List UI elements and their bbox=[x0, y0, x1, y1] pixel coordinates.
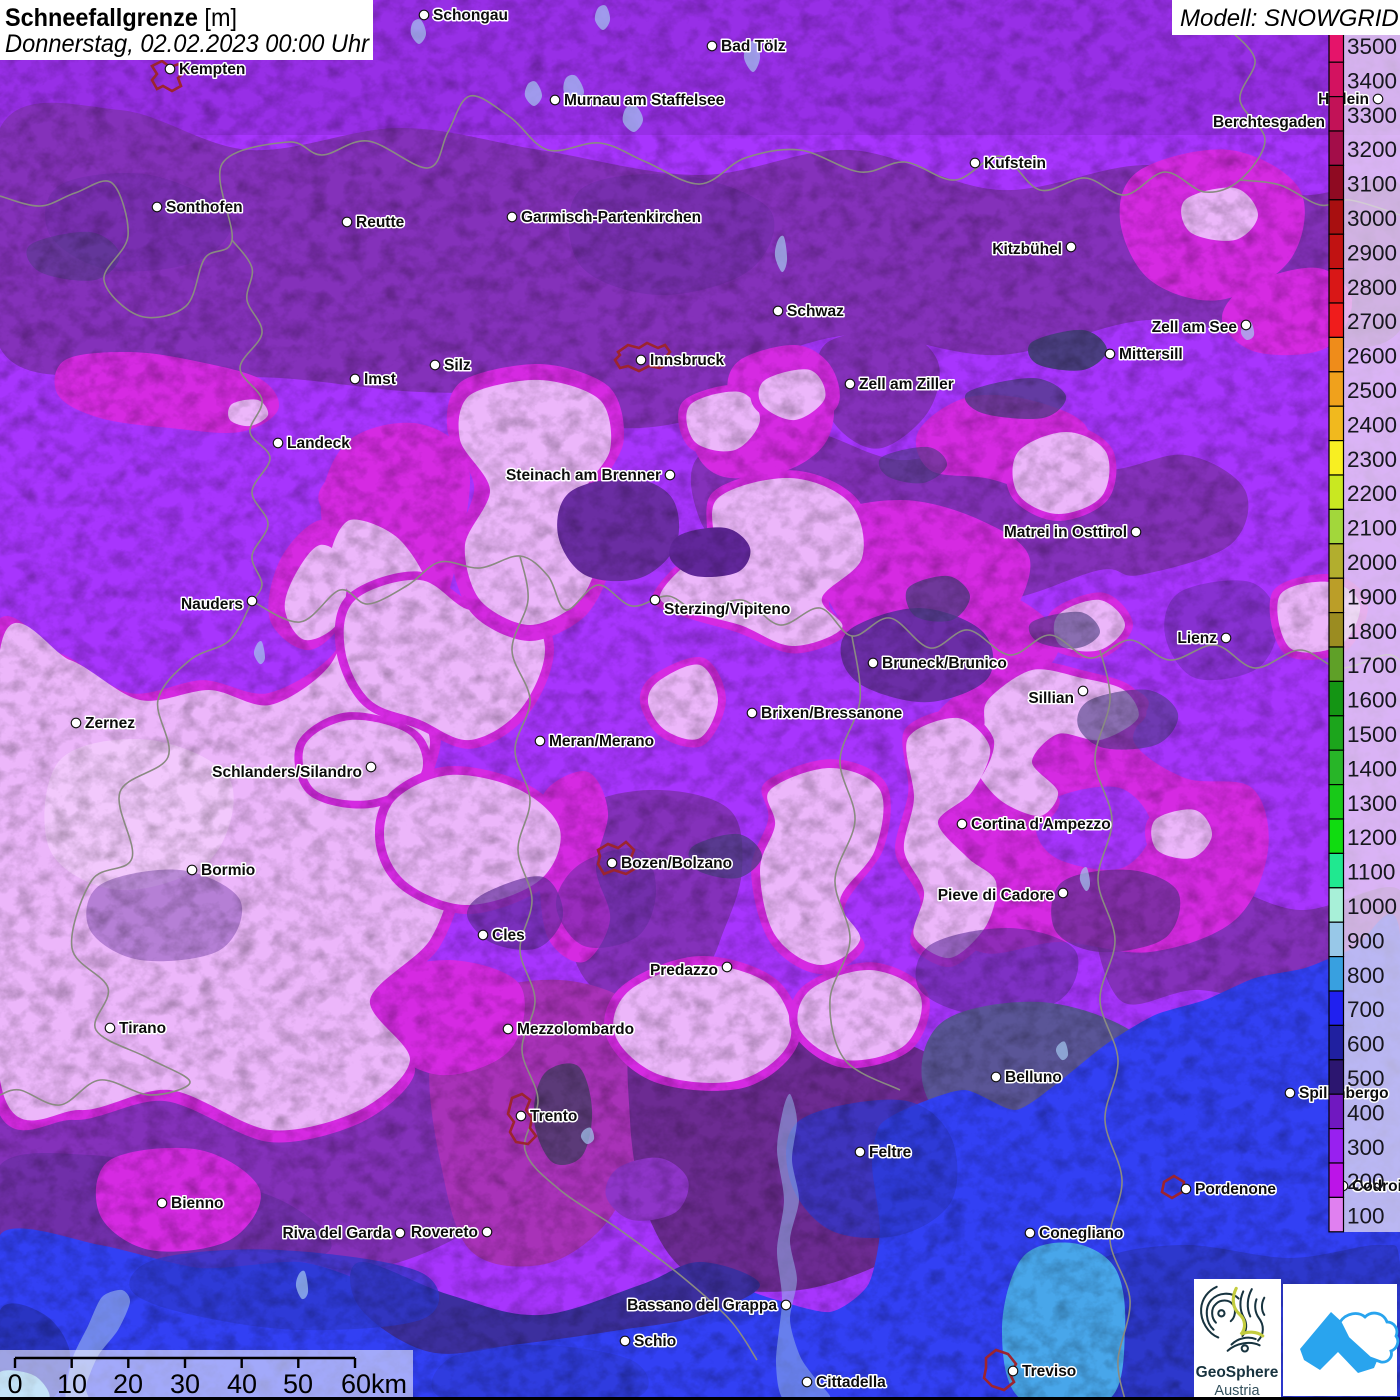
svg-text:3500: 3500 bbox=[1347, 34, 1397, 59]
svg-text:Zell am See: Zell am See bbox=[1152, 319, 1238, 336]
svg-text:Tirano: Tirano bbox=[119, 1020, 166, 1037]
svg-text:30: 30 bbox=[170, 1369, 200, 1399]
svg-text:600: 600 bbox=[1347, 1032, 1385, 1057]
svg-text:400: 400 bbox=[1347, 1100, 1385, 1125]
svg-text:Lienz: Lienz bbox=[1177, 630, 1217, 647]
svg-text:800: 800 bbox=[1347, 963, 1385, 988]
svg-text:Schongau: Schongau bbox=[433, 7, 508, 24]
svg-text:2500: 2500 bbox=[1347, 378, 1397, 403]
svg-text:1000: 1000 bbox=[1347, 894, 1397, 919]
svg-text:50: 50 bbox=[283, 1369, 313, 1399]
svg-text:3100: 3100 bbox=[1347, 172, 1397, 197]
svg-text:Feltre: Feltre bbox=[869, 1144, 912, 1161]
svg-text:40: 40 bbox=[227, 1369, 257, 1399]
svg-text:Sonthofen: Sonthofen bbox=[166, 199, 243, 216]
svg-text:2700: 2700 bbox=[1347, 309, 1397, 334]
svg-text:3400: 3400 bbox=[1347, 68, 1397, 93]
svg-text:Treviso: Treviso bbox=[1022, 1363, 1076, 1380]
svg-text:300: 300 bbox=[1347, 1135, 1385, 1160]
svg-text:Innsbruck: Innsbruck bbox=[650, 352, 724, 369]
svg-text:Bruneck/Brunico: Bruneck/Brunico bbox=[882, 655, 1007, 672]
svg-text:1500: 1500 bbox=[1347, 722, 1397, 747]
svg-text:Donnerstag, 02.02.2023 00:00 U: Donnerstag, 02.02.2023 00:00 Uhr bbox=[5, 30, 371, 58]
svg-text:2200: 2200 bbox=[1347, 481, 1397, 506]
svg-text:2400: 2400 bbox=[1347, 412, 1397, 437]
svg-text:Kempten: Kempten bbox=[179, 61, 245, 78]
svg-text:2300: 2300 bbox=[1347, 447, 1397, 472]
svg-text:Bienno: Bienno bbox=[171, 1195, 224, 1212]
svg-text:Belluno: Belluno bbox=[1005, 1069, 1062, 1086]
svg-text:Mittersill: Mittersill bbox=[1119, 346, 1183, 363]
svg-text:2100: 2100 bbox=[1347, 516, 1397, 541]
svg-text:Bormio: Bormio bbox=[201, 862, 255, 879]
svg-text:Bassano del Grappa: Bassano del Grappa bbox=[627, 1297, 777, 1314]
svg-text:Steinach am Brenner: Steinach am Brenner bbox=[506, 467, 661, 484]
svg-text:Predazzo: Predazzo bbox=[650, 962, 718, 979]
svg-text:Brixen/Bressanone: Brixen/Bressanone bbox=[761, 705, 903, 722]
svg-text:20: 20 bbox=[113, 1369, 143, 1399]
svg-text:Schio: Schio bbox=[634, 1333, 676, 1350]
svg-text:Imst: Imst bbox=[364, 371, 396, 388]
svg-text:Landeck: Landeck bbox=[287, 435, 350, 452]
svg-text:2900: 2900 bbox=[1347, 240, 1397, 265]
svg-text:Conegliano: Conegliano bbox=[1039, 1225, 1123, 1242]
svg-text:Meran/Merano: Meran/Merano bbox=[549, 733, 654, 750]
svg-text:1900: 1900 bbox=[1347, 584, 1397, 609]
svg-text:GeoSphere: GeoSphere bbox=[1196, 1364, 1279, 1381]
svg-text:Cittadella: Cittadella bbox=[816, 1374, 886, 1391]
svg-text:Bad Tölz: Bad Tölz bbox=[721, 38, 786, 55]
svg-text:Zernez: Zernez bbox=[85, 715, 135, 732]
svg-text:Rovereto: Rovereto bbox=[411, 1224, 478, 1241]
svg-text:1100: 1100 bbox=[1347, 860, 1395, 885]
svg-text:Sterzing/Vipiteno: Sterzing/Vipiteno bbox=[664, 601, 790, 618]
svg-text:Modell: SNOWGRID: Modell: SNOWGRID bbox=[1180, 5, 1399, 32]
svg-text:Riva del Garda: Riva del Garda bbox=[282, 1225, 391, 1242]
svg-text:Garmisch-Partenkirchen: Garmisch-Partenkirchen bbox=[521, 209, 701, 226]
svg-text:Silz: Silz bbox=[444, 357, 471, 374]
svg-text:3200: 3200 bbox=[1347, 137, 1397, 162]
svg-text:Schwaz: Schwaz bbox=[787, 303, 844, 320]
svg-text:3300: 3300 bbox=[1347, 103, 1397, 128]
svg-text:100: 100 bbox=[1347, 1204, 1385, 1229]
svg-text:Kitzbühel: Kitzbühel bbox=[992, 241, 1062, 258]
svg-text:Berchtesgaden: Berchtesgaden bbox=[1213, 114, 1325, 131]
svg-text:2800: 2800 bbox=[1347, 275, 1397, 300]
svg-text:Austria: Austria bbox=[1214, 1383, 1260, 1399]
svg-text:3000: 3000 bbox=[1347, 206, 1397, 231]
svg-text:Pordenone: Pordenone bbox=[1195, 1181, 1276, 1198]
svg-text:Matrei in Osttirol: Matrei in Osttirol bbox=[1004, 524, 1127, 541]
svg-text:200: 200 bbox=[1347, 1169, 1385, 1194]
svg-text:Cortina d'Ampezzo: Cortina d'Ampezzo bbox=[971, 816, 1111, 833]
svg-text:500: 500 bbox=[1347, 1066, 1385, 1091]
svg-text:Bozen/Bolzano: Bozen/Bolzano bbox=[621, 855, 732, 872]
svg-text:Trento: Trento bbox=[530, 1108, 577, 1125]
svg-text:1700: 1700 bbox=[1347, 653, 1397, 678]
svg-text:Murnau am Staffelsee: Murnau am Staffelsee bbox=[564, 92, 725, 109]
svg-text:Mezzolombardo: Mezzolombardo bbox=[517, 1021, 634, 1038]
svg-text:0: 0 bbox=[7, 1369, 22, 1399]
svg-text:Reutte: Reutte bbox=[356, 214, 405, 231]
svg-text:1400: 1400 bbox=[1347, 756, 1397, 781]
svg-text:900: 900 bbox=[1347, 928, 1385, 953]
svg-text:Cles: Cles bbox=[492, 927, 525, 944]
svg-text:Sillian: Sillian bbox=[1028, 690, 1074, 707]
svg-text:1800: 1800 bbox=[1347, 619, 1397, 644]
svg-text:Schlanders/Silandro: Schlanders/Silandro bbox=[212, 764, 362, 781]
svg-text:700: 700 bbox=[1347, 997, 1385, 1022]
svg-text:1300: 1300 bbox=[1347, 791, 1397, 816]
svg-text:1600: 1600 bbox=[1347, 688, 1397, 713]
svg-text:2600: 2600 bbox=[1347, 344, 1397, 369]
svg-text:2000: 2000 bbox=[1347, 550, 1397, 575]
svg-text:Zell am Ziller: Zell am Ziller bbox=[859, 376, 954, 393]
svg-text:60km: 60km bbox=[341, 1369, 407, 1399]
svg-text:1200: 1200 bbox=[1347, 825, 1397, 850]
svg-text:Pieve di Cadore: Pieve di Cadore bbox=[938, 887, 1055, 904]
svg-text:10: 10 bbox=[57, 1369, 87, 1399]
svg-text:Kufstein: Kufstein bbox=[984, 155, 1046, 172]
svg-text:Nauders: Nauders bbox=[181, 596, 243, 613]
svg-text:Schneefallgrenze [m]: Schneefallgrenze [m] bbox=[5, 4, 237, 32]
